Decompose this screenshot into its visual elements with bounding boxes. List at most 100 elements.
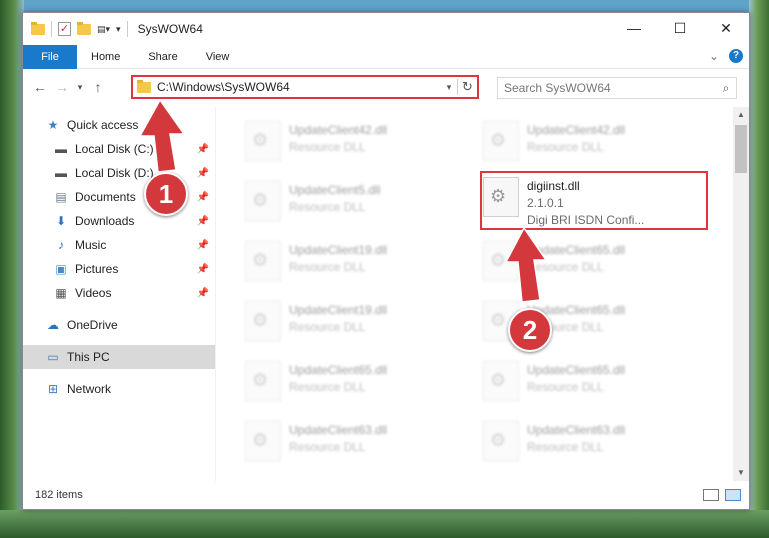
nav-item-videos[interactable]: ▦ Videos 📌 (23, 281, 215, 305)
scroll-up-icon[interactable]: ▲ (733, 107, 749, 123)
file-list: UpdateClient42.dllResource DLLUpdateClie… (223, 107, 733, 481)
window-title: SysWOW64 (137, 22, 203, 36)
large-icons-view-icon[interactable] (725, 489, 741, 501)
nav-item-local-disk-c[interactable]: ▬ Local Disk (C:) 📌 (23, 137, 215, 161)
file-name: UpdateClient5.dll (289, 183, 381, 197)
highlight-box-file (480, 171, 708, 230)
recent-locations-icon[interactable]: ▾ (73, 82, 87, 93)
search-input[interactable]: Search SysWOW64 (504, 81, 716, 95)
file-name: UpdateClient65.dll (527, 243, 626, 257)
drive-icon: ▬ (55, 166, 67, 180)
expand-ribbon-icon[interactable]: ⌄ (709, 49, 719, 63)
cloud-icon: ☁ (47, 318, 59, 332)
address-path[interactable]: C:\Windows\SysWOW64 (157, 80, 441, 94)
music-icon: ♪ (58, 238, 64, 252)
forward-arrow-icon[interactable]: → (51, 79, 73, 95)
drive-icon: ▬ (55, 142, 67, 156)
nav-network[interactable]: ⊞ Network (23, 377, 215, 401)
downloads-icon: ⬇ (55, 214, 67, 228)
tab-view[interactable]: View (192, 51, 244, 63)
file-item[interactable]: UpdateClient65.dll Resource DLL (245, 355, 465, 407)
pictures-icon: ▣ (55, 262, 67, 276)
dll-file-icon (483, 361, 519, 401)
nav-onedrive[interactable]: ☁ OneDrive (23, 313, 215, 337)
tab-home[interactable]: Home (77, 51, 134, 63)
nav-item-music[interactable]: ♪ Music 📌 (23, 233, 215, 257)
file-detail: Resource DLL (289, 320, 366, 334)
up-arrow-icon[interactable]: ↑ (87, 79, 109, 95)
address-bar[interactable]: C:\Windows\SysWOW64 ▾ ↻ (131, 75, 479, 99)
file-detail: Resource DLL (527, 440, 604, 454)
computer-icon: ▭ (47, 350, 59, 364)
customize-toolbar-icon[interactable]: ▤▾ (97, 24, 110, 35)
file-item[interactable]: UpdateClient63.dll Resource DLL (483, 415, 703, 467)
file-item[interactable]: UpdateClient42.dll Resource DLL (245, 115, 465, 167)
dll-file-icon (483, 421, 519, 461)
file-item[interactable]: UpdateClient19.dll Resource DLL (245, 235, 465, 287)
file-item[interactable]: UpdateClient63.dll Resource DLL (245, 415, 465, 467)
file-item[interactable]: UpdateClient65.dll Resource DLL (483, 355, 703, 407)
file-name: UpdateClient65.dll (527, 363, 626, 377)
file-item[interactable]: UpdateClient42.dll Resource DLL (483, 115, 703, 167)
properties-icon[interactable]: ✓ (58, 22, 71, 36)
toolbar-dropdown-icon[interactable]: ▾ (116, 24, 121, 35)
tab-share[interactable]: Share (134, 51, 191, 63)
file-detail: Resource DLL (289, 200, 366, 214)
dll-file-icon (245, 421, 281, 461)
pin-icon[interactable]: 📌 (197, 264, 209, 275)
file-name: UpdateClient63.dll (289, 423, 388, 437)
file-detail: Resource DLL (527, 140, 604, 154)
folder-icon (31, 21, 45, 35)
scroll-thumb[interactable] (735, 125, 747, 173)
search-icon[interactable]: ⌕ (716, 81, 736, 96)
pin-icon[interactable]: 📌 (197, 288, 209, 299)
navigation-pane: ★ Quick access ▬ Local Disk (C:) 📌 ▬ Local D… (23, 107, 216, 481)
file-detail: Resource DLL (289, 440, 366, 454)
item-count: 182 items (35, 489, 83, 501)
pin-icon[interactable]: 📌 (197, 192, 209, 203)
new-folder-icon[interactable] (77, 21, 91, 35)
pin-icon[interactable]: 📌 (197, 216, 209, 227)
tab-file[interactable]: File (23, 44, 77, 69)
scroll-down-icon[interactable]: ▼ (733, 465, 749, 481)
vertical-scrollbar[interactable]: ▲ ▼ (733, 107, 749, 481)
minimize-button[interactable]: — (611, 13, 657, 43)
pin-icon[interactable]: 📌 (197, 168, 209, 179)
dll-file-icon (245, 301, 281, 341)
content-area: ★ Quick access ▬ Local Disk (C:) 📌 ▬ Local D… (23, 107, 749, 481)
nav-this-pc[interactable]: ▭ This PC (23, 345, 215, 369)
file-detail: Resource DLL (289, 260, 366, 274)
file-detail: Resource DLL (289, 140, 366, 154)
nav-item-pictures[interactable]: ▣ Pictures 📌 (23, 257, 215, 281)
search-box[interactable]: Search SysWOW64 ⌕ (497, 77, 737, 99)
pin-icon[interactable]: 📌 (197, 240, 209, 251)
folder-icon (137, 79, 151, 93)
title-bar: ✓ ▤▾ ▾ SysWOW64 — ☐ ✕ (23, 13, 749, 45)
dll-file-icon (245, 241, 281, 281)
pin-icon[interactable]: 📌 (197, 144, 209, 155)
dll-file-icon (245, 361, 281, 401)
desktop-wallpaper-right (749, 0, 769, 538)
maximize-button[interactable]: ☐ (657, 13, 703, 43)
close-button[interactable]: ✕ (703, 13, 749, 43)
file-item[interactable]: UpdateClient19.dll Resource DLL (245, 295, 465, 347)
file-name: UpdateClient19.dll (289, 303, 388, 317)
nav-item-local-disk-d[interactable]: ▬ Local Disk (D:) 📌 (23, 161, 215, 185)
file-name: UpdateClient42.dll (527, 123, 626, 137)
ribbon-tabs: File Home Share View ⌄ ? (23, 44, 749, 69)
file-name: UpdateClient42.dll (289, 123, 388, 137)
explorer-window: ✓ ▤▾ ▾ SysWOW64 — ☐ ✕ File Home Share Vi… (22, 12, 750, 510)
nav-item-downloads[interactable]: ⬇ Downloads 📌 (23, 209, 215, 233)
address-dropdown-icon[interactable]: ▾ (441, 82, 457, 93)
star-icon: ★ (47, 118, 59, 132)
file-item[interactable]: UpdateClient5.dll Resource DLL (245, 175, 465, 227)
details-view-icon[interactable] (703, 489, 719, 501)
help-icon[interactable]: ? (729, 49, 743, 63)
file-item[interactable]: UpdateClient65.dll Resource DLL (483, 235, 703, 287)
refresh-icon[interactable]: ↻ (457, 79, 477, 95)
documents-icon: ▤ (55, 190, 67, 204)
dll-file-icon (245, 121, 281, 161)
file-detail: Resource DLL (527, 260, 604, 274)
nav-quick-access[interactable]: ★ Quick access (23, 113, 215, 137)
back-arrow-icon[interactable]: ← (29, 79, 51, 95)
